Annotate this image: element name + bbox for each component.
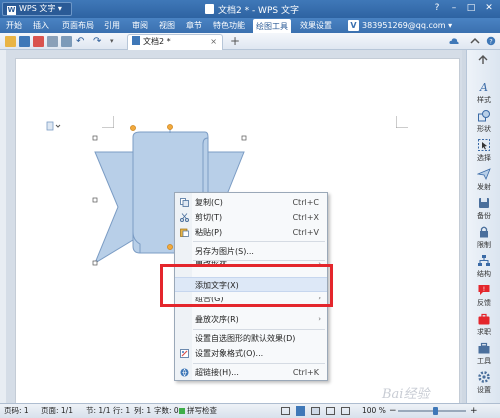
svg-text:!: ! [483,286,485,293]
feedback-icon: ! [478,285,490,295]
panel-item-shapes[interactable]: 形状 [467,109,500,134]
submenu-arrow-icon: › [318,315,321,323]
adjust-handle[interactable] [167,244,173,250]
resize-handle[interactable] [92,135,98,141]
menu-separator [193,329,325,330]
menu-item-paste[interactable]: 粘贴(P) Ctrl+V [175,225,327,240]
menu-separator [193,241,325,242]
view-reading-icon[interactable] [341,407,350,415]
panel-item-restrict[interactable]: 限制 [467,225,500,250]
resize-handle[interactable] [241,135,247,141]
lock-icon [480,226,488,238]
menu-separator [193,363,325,364]
copy-icon [180,198,189,207]
right-task-panel: A 样式 形状 选择 发射 备份 限制 结构 ! 反馈 求职 工具 设置 [466,50,500,403]
zoom-out-button[interactable]: − [389,404,397,418]
status-page-number: 页码: 1 [4,406,29,415]
format-icon [180,349,189,358]
menu-item-save-as-picture[interactable]: 另存为图片(S)... [175,244,327,259]
view-page-icon[interactable] [281,407,290,415]
select-icon [478,139,490,151]
panel-item-settings[interactable]: 设置 [467,370,500,395]
menu-item-format-object[interactable]: 设置对象格式(O)... [175,346,327,361]
hyperlink-icon [180,368,189,377]
zoom-slider-thumb[interactable] [432,407,438,415]
status-spell-check[interactable]: 拼写检查 [187,404,217,418]
ribbon-left-tail[interactable] [93,151,134,265]
spell-check-icon [179,408,185,414]
backup-icon [479,198,489,208]
status-row: 行: 1 [113,406,131,415]
status-pages: 页面: 1/1 [41,406,73,415]
paste-icon [180,228,189,237]
menu-item-order[interactable]: 叠放次序(R) › [175,312,327,327]
briefcase-icon [478,313,490,325]
shapes-icon [478,110,490,122]
view-print-layout-icon[interactable] [296,406,305,416]
watermark-logo: Bai经验 [382,387,430,402]
menu-item-cut[interactable]: 剪切(T) Ctrl+X [175,210,327,225]
panel-item-structure[interactable]: 结构 [467,254,500,279]
adjust-handle[interactable] [130,125,136,131]
zoom-level[interactable]: 100 % [362,404,386,418]
menu-item-hyperlink[interactable]: 超链接(H)... Ctrl+K [175,365,327,380]
highlight-annotation-box [160,264,333,307]
panel-item-feedback[interactable]: ! 反馈 [467,283,500,308]
resize-handle[interactable] [92,197,98,203]
resize-handle[interactable] [92,260,98,266]
styles-icon: A [479,81,488,94]
view-outline-icon[interactable] [326,407,335,415]
toolbox-icon [478,342,490,354]
structure-icon [478,255,490,266]
arrow-up-icon[interactable] [477,54,489,66]
panel-item-tools[interactable]: 工具 [467,341,500,366]
panel-item-backup[interactable]: 备份 [467,196,500,221]
menu-item-copy[interactable]: 复制(C) Ctrl+C [175,195,327,210]
svg-text:A: A [479,81,488,94]
panel-item-styles[interactable]: A 样式 [467,80,500,105]
status-column: 列: 1 [134,406,152,415]
gear-icon [478,371,490,383]
panel-item-select[interactable]: 选择 [467,138,500,163]
status-bar: 页码: 1 页面: 1/1 节: 1/1 行: 1 列: 1 字数: 0 拼写检… [0,403,500,418]
panel-item-send[interactable]: 发射 [467,167,500,192]
send-icon [477,168,491,180]
menu-item-set-default-effect[interactable]: 设置自选图形的默认效果(D) [175,331,327,346]
cut-icon [180,213,189,222]
adjust-handle[interactable] [167,124,173,130]
status-section: 节: 1/1 [86,406,111,415]
view-web-icon[interactable] [311,407,320,415]
status-word-count[interactable]: 字数: 0 [154,404,179,418]
panel-item-jobs[interactable]: 求职 [467,312,500,337]
zoom-in-button[interactable]: + [470,404,478,418]
